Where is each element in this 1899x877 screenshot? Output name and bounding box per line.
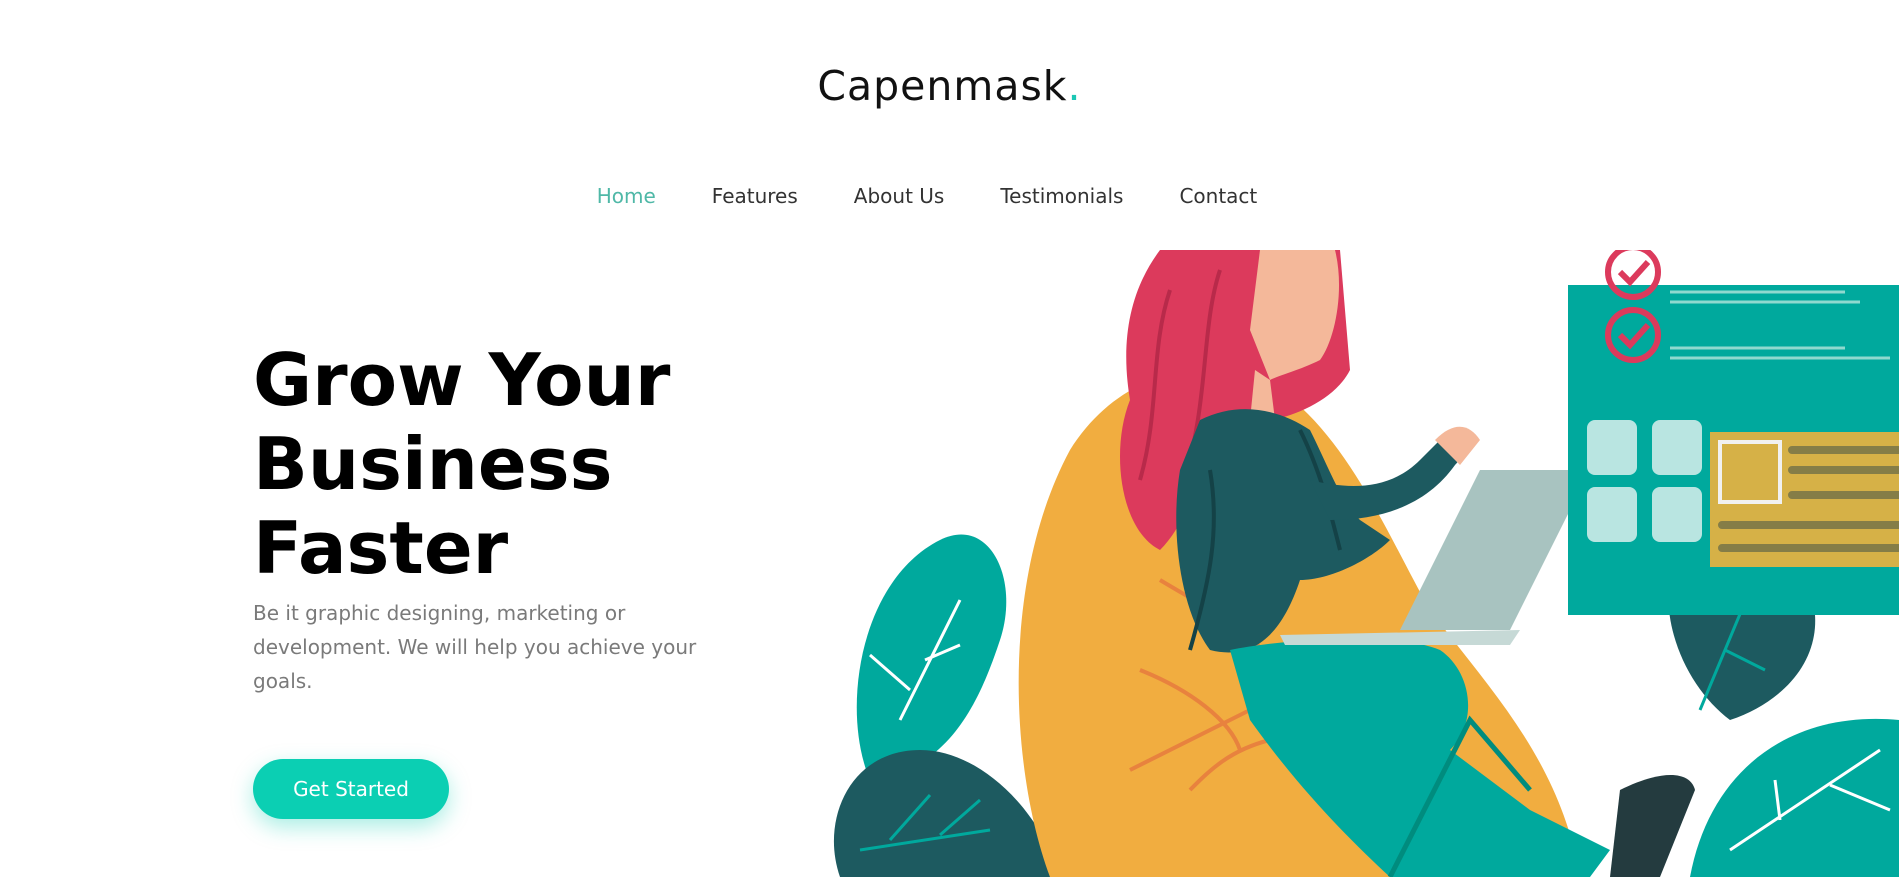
laptop bbox=[1400, 470, 1590, 630]
nav-link-home[interactable]: Home bbox=[597, 184, 656, 208]
brand-logo[interactable]: Capenmask. bbox=[0, 62, 1899, 110]
main-nav: Home Features About Us Testimonials Cont… bbox=[0, 184, 1854, 208]
hero-title-line: Business bbox=[253, 422, 613, 506]
brand-name: Capenmask bbox=[817, 62, 1068, 110]
hero-title: Grow Your Business Faster bbox=[253, 338, 773, 590]
hero-title-line: Grow Your bbox=[253, 338, 671, 422]
nav-link-contact[interactable]: Contact bbox=[1179, 184, 1257, 208]
dashboard-panel bbox=[1568, 250, 1899, 615]
hero-subtitle: Be it graphic designing, marketing or de… bbox=[253, 601, 697, 693]
nav-link-features[interactable]: Features bbox=[712, 184, 798, 208]
get-started-button[interactable]: Get Started bbox=[253, 759, 449, 819]
nav-link-about-us[interactable]: About Us bbox=[854, 184, 945, 208]
hero-title-line: Faster bbox=[253, 506, 509, 590]
shoe bbox=[1610, 775, 1695, 877]
brand-dot: . bbox=[1067, 62, 1082, 110]
hero-illustration bbox=[833, 250, 1899, 877]
nav-link-testimonials[interactable]: Testimonials bbox=[1000, 184, 1123, 208]
